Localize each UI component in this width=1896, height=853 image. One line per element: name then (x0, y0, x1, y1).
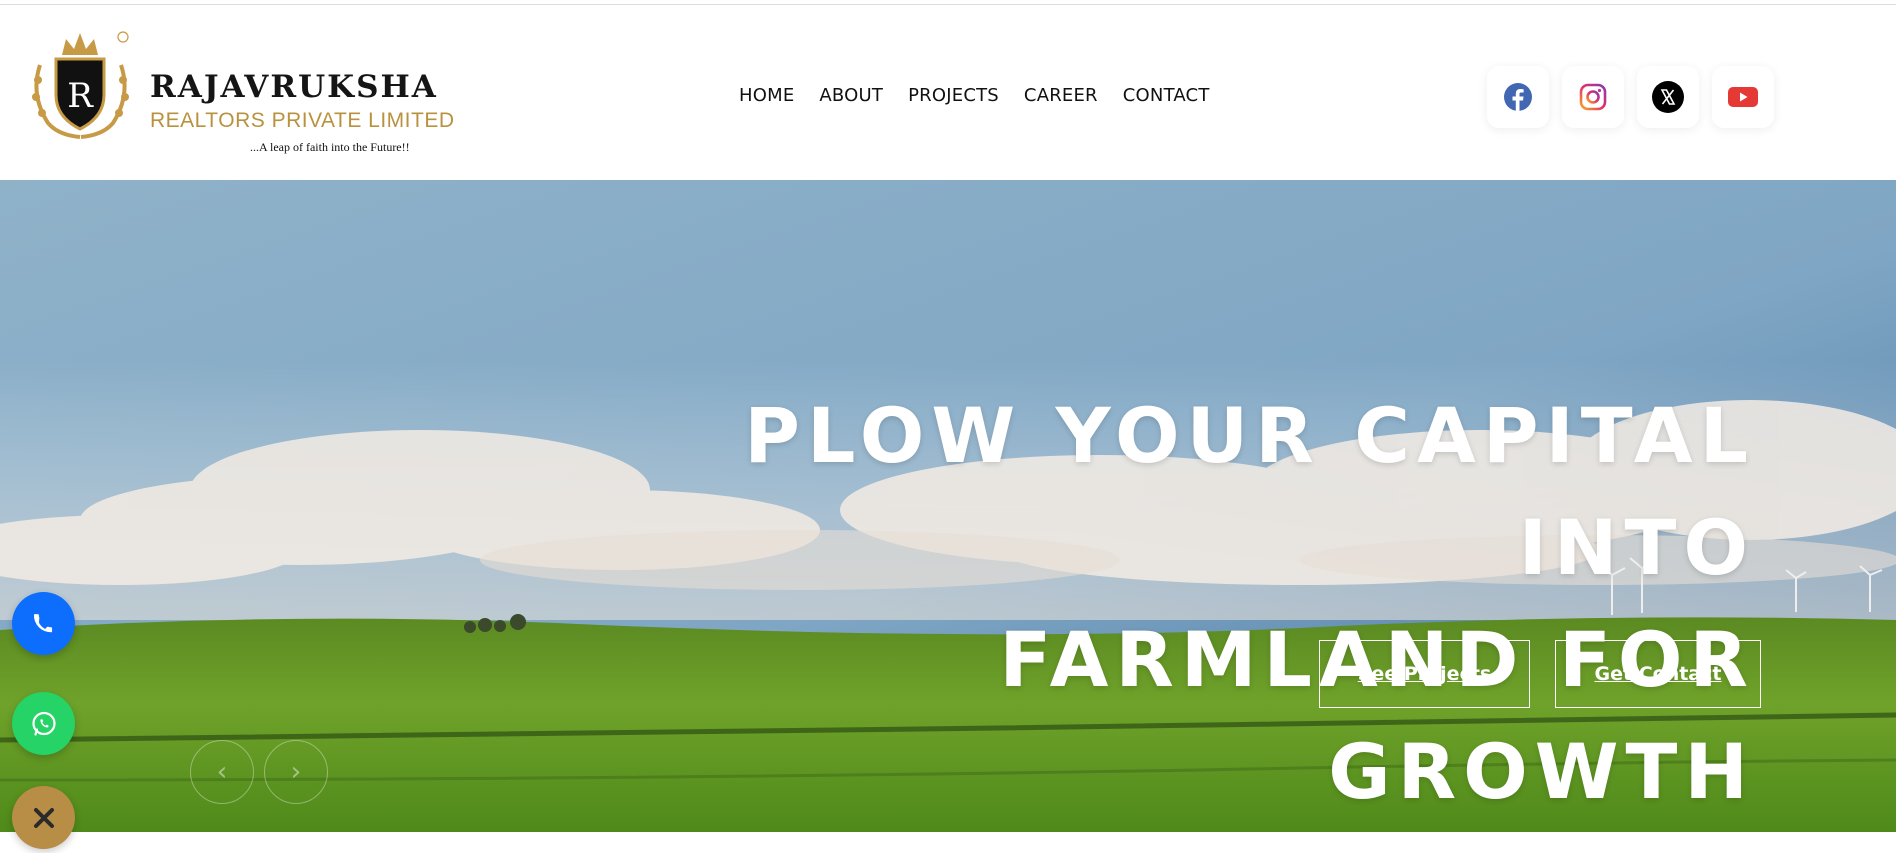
social-links (1487, 66, 1774, 128)
nav-career[interactable]: CAREER (1024, 85, 1098, 106)
close-floating-menu-button[interactable] (12, 786, 75, 849)
brand-logo[interactable]: R RAJAVRUKSHA REALTORS PRIVATE LIMITED .… (28, 25, 454, 160)
call-button[interactable] (12, 592, 75, 655)
slider-prev-button[interactable]: ‹ (190, 740, 254, 804)
slider-next-button[interactable]: › (264, 740, 328, 804)
chevron-right-icon: › (290, 757, 302, 787)
crest-emblem-icon: R (32, 31, 129, 139)
youtube-icon (1728, 87, 1758, 107)
brand-tagline: ...A leap of faith into the Future!! (250, 140, 410, 154)
youtube-link[interactable] (1712, 66, 1774, 128)
nav-about[interactable]: ABOUT (819, 85, 883, 106)
x-twitter-icon (1652, 81, 1684, 113)
x-twitter-link[interactable] (1637, 66, 1699, 128)
instagram-link[interactable] (1562, 66, 1624, 128)
see-projects-button[interactable]: See Projects (1319, 640, 1530, 708)
nav-projects[interactable]: PROJECTS (908, 85, 999, 106)
svg-text:R: R (67, 76, 94, 116)
site-header: R RAJAVRUKSHA REALTORS PRIVATE LIMITED .… (0, 5, 1896, 180)
nav-contact[interactable]: CONTACT (1123, 85, 1210, 106)
hero-headline-line2: FARMLAND FOR GROWTH (999, 615, 1755, 816)
facebook-link[interactable] (1487, 66, 1549, 128)
chevron-left-icon: ‹ (216, 757, 228, 787)
main-navigation: HOME ABOUT PROJECTS CAREER CONTACT (739, 85, 1210, 106)
nav-home[interactable]: HOME (739, 85, 794, 106)
phone-icon (33, 613, 52, 632)
brand-name: RAJAVRUKSHA (150, 69, 438, 105)
whatsapp-icon (31, 711, 56, 736)
facebook-icon (1504, 83, 1532, 111)
hero-headline: PLOW YOUR CAPITAL INTO FARMLAND FOR GROW… (655, 380, 1755, 828)
hero-banner: PLOW YOUR CAPITAL INTO FARMLAND FOR GROW… (0, 180, 1896, 832)
get-contact-button[interactable]: Get Contact (1555, 640, 1761, 708)
brand-subtitle: REALTORS PRIVATE LIMITED (150, 109, 455, 132)
close-icon (33, 807, 54, 828)
instagram-icon (1579, 83, 1607, 111)
hero-headline-line1: PLOW YOUR CAPITAL INTO (744, 391, 1755, 592)
whatsapp-button[interactable] (12, 692, 75, 755)
